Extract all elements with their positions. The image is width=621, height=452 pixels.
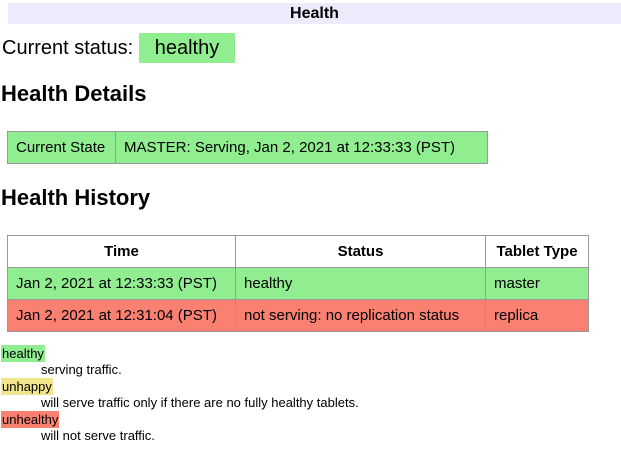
legend-description: will not serve traffic.	[41, 428, 621, 443]
legend-term: unhealthy	[1, 412, 621, 427]
column-header-status: Status	[236, 236, 486, 268]
page-title: Health	[290, 5, 339, 22]
health-details-heading: Health Details	[1, 81, 621, 107]
history-tablet-type-cell: replica	[486, 300, 589, 332]
health-history-heading: Health History	[1, 185, 621, 211]
history-tablet-type-cell: master	[486, 268, 589, 300]
history-time-cell: Jan 2, 2021 at 12:33:33 (PST)	[8, 268, 236, 300]
health-details-table: Current State MASTER: Serving, Jan 2, 20…	[7, 131, 488, 164]
current-status-badge: healthy	[139, 33, 236, 63]
legend-term: healthy	[1, 346, 621, 361]
legend-term-unhealthy: unhealthy	[1, 411, 59, 428]
legend-description: will serve traffic only if there are no …	[41, 395, 621, 410]
health-history-table: Time Status Tablet Type Jan 2, 2021 at 1…	[7, 235, 589, 332]
page-header: Health	[8, 3, 621, 24]
current-status-line: Current status: healthy	[2, 37, 621, 60]
current-state-value-cell: MASTER: Serving, Jan 2, 2021 at 12:33:33…	[116, 132, 488, 164]
history-status-cell: healthy	[236, 268, 486, 300]
column-header-tablet-type: Tablet Type	[486, 236, 589, 268]
current-state-row: Current State MASTER: Serving, Jan 2, 20…	[8, 132, 488, 164]
history-row: Jan 2, 2021 at 12:33:33 (PST) healthy ma…	[8, 268, 589, 300]
legend-term-healthy: healthy	[1, 345, 45, 362]
history-time-cell: Jan 2, 2021 at 12:31:04 (PST)	[8, 300, 236, 332]
legend-term-unhappy: unhappy	[1, 378, 53, 395]
history-header-row: Time Status Tablet Type	[8, 236, 589, 268]
history-status-cell: not serving: no replication status	[236, 300, 486, 332]
legend-term: unhappy	[1, 379, 621, 394]
health-status-page: Health Current status: healthy Health De…	[0, 0, 621, 452]
current-state-label-cell: Current State	[8, 132, 116, 164]
current-status-label: Current status:	[2, 37, 133, 59]
status-legend: healthy serving traffic. unhappy will se…	[1, 346, 621, 443]
legend-description: serving traffic.	[41, 362, 621, 377]
history-row: Jan 2, 2021 at 12:31:04 (PST) not servin…	[8, 300, 589, 332]
column-header-time: Time	[8, 236, 236, 268]
